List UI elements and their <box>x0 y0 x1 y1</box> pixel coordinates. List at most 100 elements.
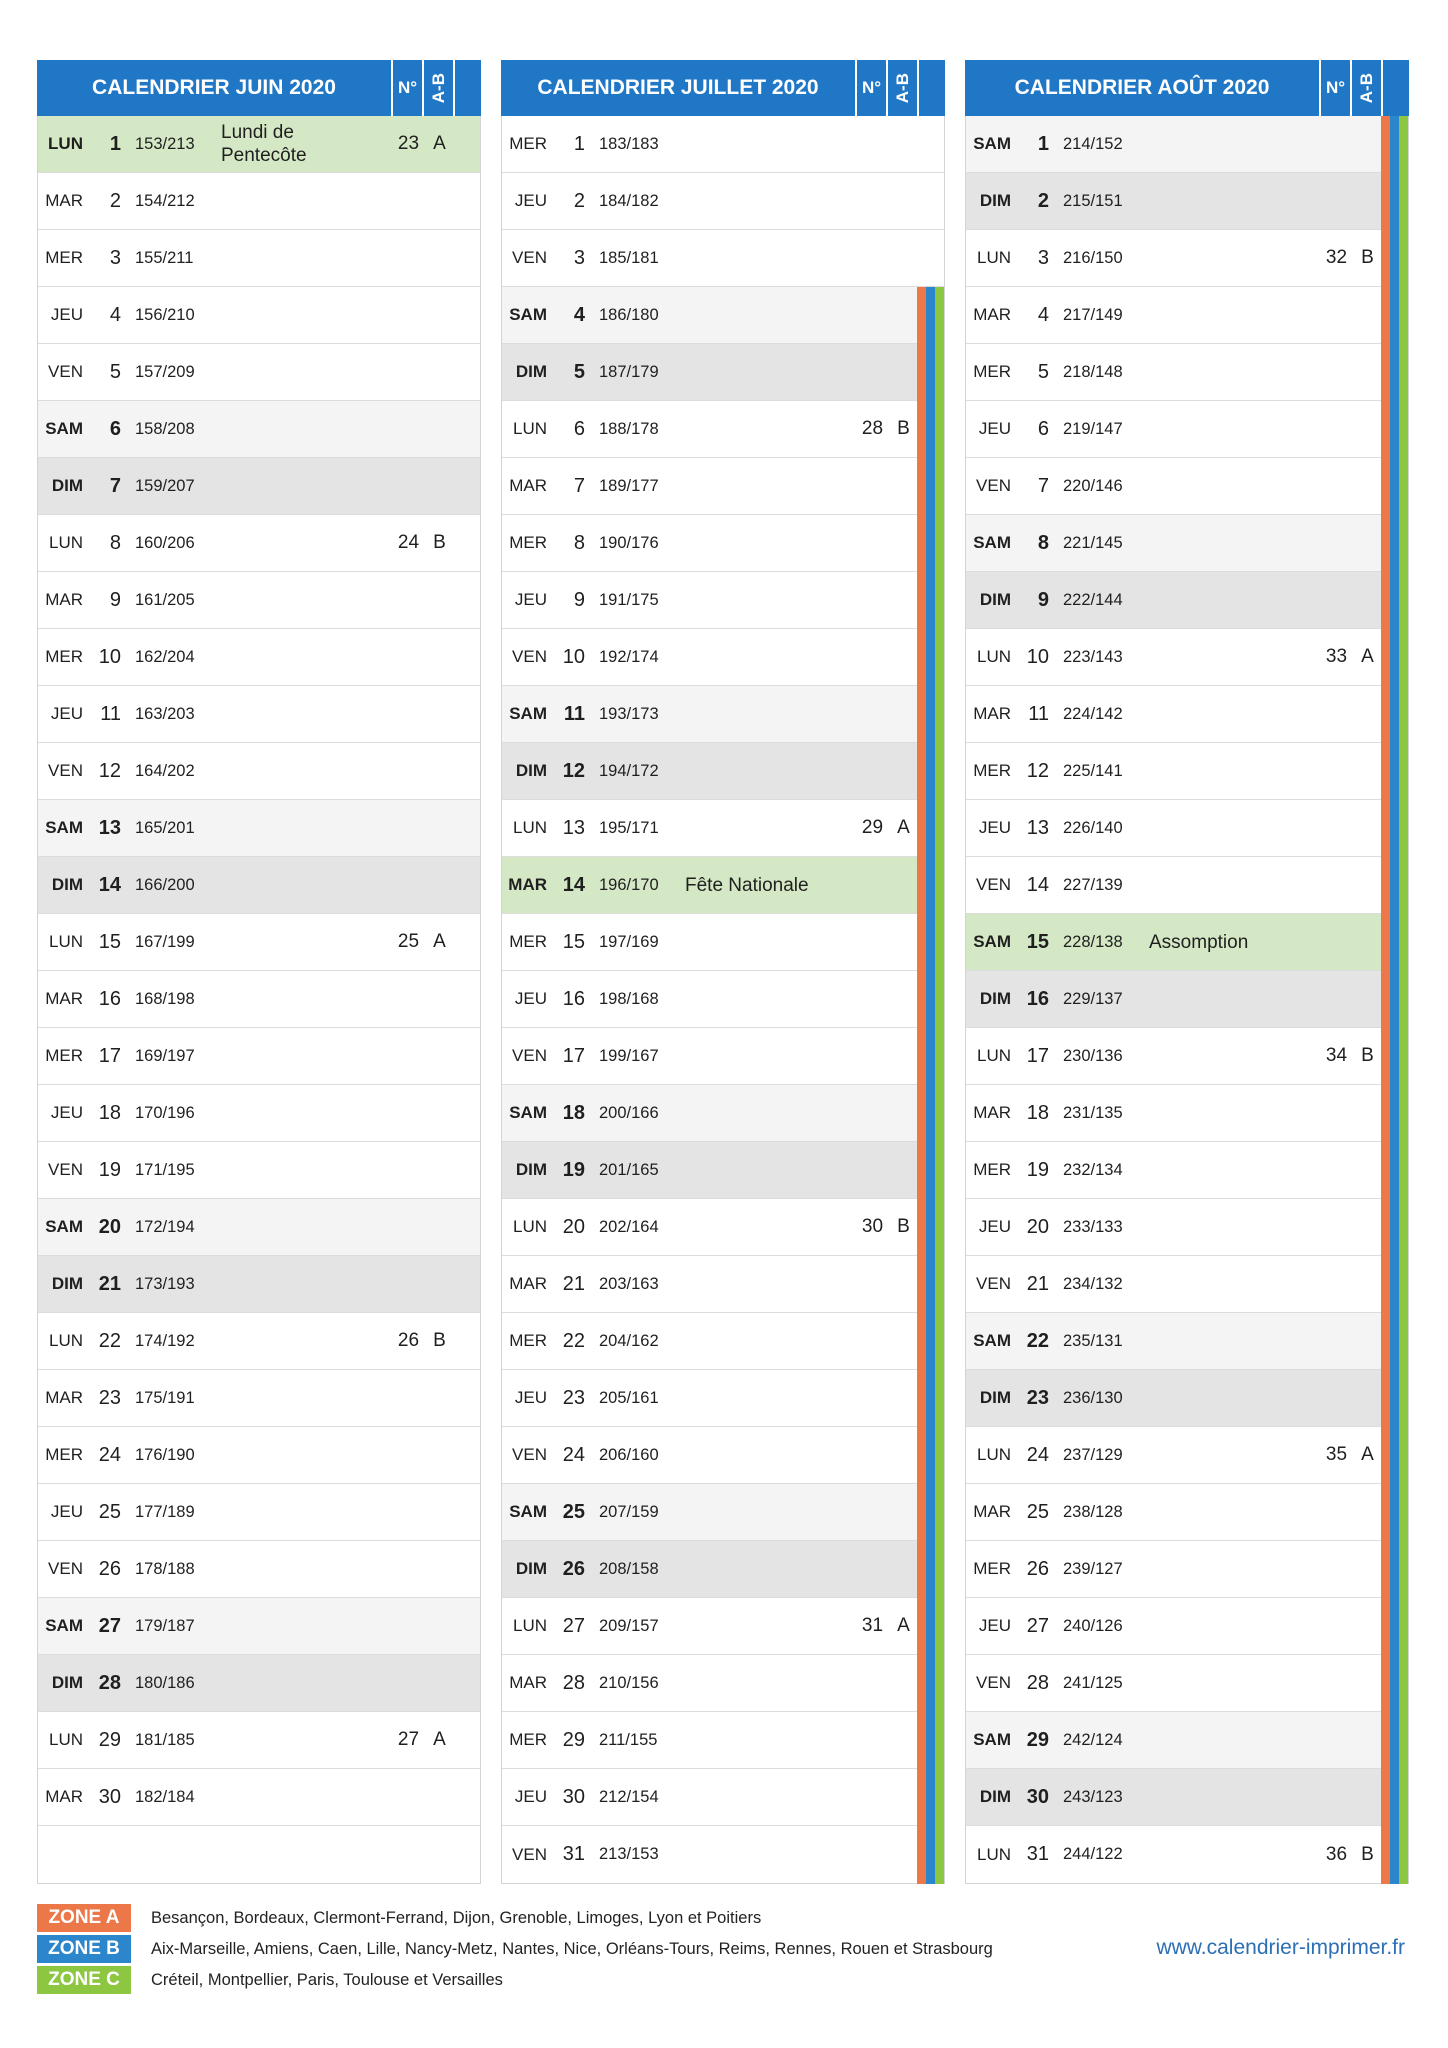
day-row: SAM 22 235/131 <box>966 1313 1408 1370</box>
zone-a-badge: ZONE A <box>37 1904 131 1932</box>
day-of-year: 228/138 <box>1063 932 1123 951</box>
day-of-year: 237/129 <box>1063 1445 1123 1464</box>
day-name: DIM <box>51 476 83 495</box>
day-row: MER 10 162/204 <box>38 629 480 686</box>
day-row: JEU 13 226/140 <box>966 800 1408 857</box>
day-name: DIM <box>515 362 547 381</box>
day-name: VEN <box>512 1844 547 1864</box>
day-row: JEU 16 198/168 <box>502 971 944 1028</box>
zone-a-stripe <box>917 1256 926 1313</box>
school-holiday-stripes <box>1381 401 1408 458</box>
day-name: MER <box>45 248 83 267</box>
day-number: 1 <box>109 132 121 155</box>
day-number: 24 <box>98 1443 121 1466</box>
day-number: 8 <box>109 531 121 554</box>
day-name: VEN <box>512 1445 547 1464</box>
zone-b-stripe <box>1390 116 1399 173</box>
day-name: SAM <box>45 818 83 837</box>
zone-b-badge: ZONE B <box>37 1935 131 1963</box>
week-ab: B <box>433 532 446 553</box>
day-of-year: 242/124 <box>1063 1730 1123 1749</box>
day-row: SAM 1 214/152 <box>966 116 1408 173</box>
zone-a-stripe <box>917 1028 926 1085</box>
zone-b-stripe <box>1390 629 1399 686</box>
day-name: DIM <box>979 989 1011 1008</box>
day-row: DIM 12 194/172 <box>502 743 944 800</box>
zone-b-stripe <box>1390 458 1399 515</box>
day-row: VEN 17 199/167 <box>502 1028 944 1085</box>
day-number: 17 <box>562 1044 585 1067</box>
day-of-year: 193/173 <box>599 704 659 723</box>
day-number: 22 <box>1026 1329 1049 1352</box>
day-name: SAM <box>509 704 547 723</box>
zone-c-stripe <box>935 572 944 629</box>
month-title: CALENDRIER JUIN 2020 <box>37 60 393 116</box>
zone-c-stripe <box>1399 230 1408 287</box>
day-name: LUN <box>48 932 83 951</box>
day-name: VEN <box>48 1160 83 1179</box>
day-of-year: 159/207 <box>135 476 195 495</box>
day-row: MAR 18 231/135 <box>966 1085 1408 1142</box>
day-number: 10 <box>562 645 585 668</box>
week-number: 31 <box>861 1615 884 1636</box>
day-row: SAM 8 221/145 <box>966 515 1408 572</box>
day-of-year: 211/155 <box>599 1730 658 1749</box>
zone-b-stripe <box>1390 914 1399 971</box>
day-row: LUN 24 237/129 35 A <box>966 1427 1408 1484</box>
day-of-year: 160/206 <box>135 533 195 552</box>
legend-zone-c: ZONE C Créteil, Montpellier, Paris, Toul… <box>37 1966 503 1994</box>
day-number: 30 <box>1026 1785 1049 1808</box>
day-of-year: 194/172 <box>599 761 659 780</box>
day-of-year: 166/200 <box>135 875 195 894</box>
day-name: JEU <box>514 1388 547 1407</box>
day-row: LUN 10 223/143 33 A <box>966 629 1408 686</box>
day-row: DIM 28 180/186 <box>38 1655 480 1712</box>
website-link[interactable]: www.calendrier-imprimer.fr <box>1156 1936 1405 1960</box>
day-of-year: 206/160 <box>599 1445 659 1464</box>
day-name: MAR <box>973 1103 1011 1122</box>
day-of-year: 236/130 <box>1063 1388 1123 1407</box>
zone-b-stripe <box>926 1712 935 1769</box>
day-row: SAM 29 242/124 <box>966 1712 1408 1769</box>
day-number: 19 <box>98 1158 121 1181</box>
day-of-year: 190/176 <box>599 533 659 552</box>
day-number: 9 <box>573 588 585 611</box>
zone-a-stripe <box>1381 686 1390 743</box>
day-of-year: 180/186 <box>135 1673 195 1692</box>
day-number: 15 <box>562 930 585 953</box>
zone-c-stripe <box>1399 401 1408 458</box>
zone-b-stripe <box>926 1655 935 1712</box>
zone-c-stripe <box>1399 1655 1408 1712</box>
zone-a-stripe <box>917 1769 926 1826</box>
day-number: 29 <box>562 1728 585 1751</box>
day-number: 22 <box>98 1329 121 1352</box>
day-name: SAM <box>973 134 1011 153</box>
school-holiday-stripes <box>917 686 944 743</box>
day-row: MAR 14 196/170 Fête Nationale <box>502 857 944 914</box>
day-number: 25 <box>1026 1500 1049 1523</box>
day-number: 3 <box>109 246 121 269</box>
day-row: JEU 25 177/189 <box>38 1484 480 1541</box>
day-number: 20 <box>98 1215 121 1238</box>
zone-a-stripe <box>1381 344 1390 401</box>
month-june: CALENDRIER JUIN 2020 N° A-B LUN 1 153/213 L… <box>37 60 481 1884</box>
day-number: 19 <box>1026 1158 1049 1181</box>
zone-b-stripe <box>1390 800 1399 857</box>
zone-b-stripe <box>1390 1484 1399 1541</box>
day-row: JEU 27 240/126 <box>966 1598 1408 1655</box>
school-holiday-stripes <box>1381 1142 1408 1199</box>
day-number: 5 <box>573 360 585 383</box>
zone-b-stripe <box>1390 1370 1399 1427</box>
week-number: 28 <box>861 418 884 439</box>
day-number: 8 <box>1037 531 1049 554</box>
week-ab: B <box>897 1216 910 1237</box>
day-row: MAR 21 203/163 <box>502 1256 944 1313</box>
zone-a-stripe <box>1381 1028 1390 1085</box>
week-number: 36 <box>1325 1843 1348 1865</box>
day-name: LUN <box>976 647 1011 666</box>
zone-c-stripe <box>935 800 944 857</box>
zone-c-stripe <box>935 1313 944 1370</box>
day-row: MER 17 169/197 <box>38 1028 480 1085</box>
school-holiday-stripes <box>1381 572 1408 629</box>
zone-a-stripe <box>917 1484 926 1541</box>
